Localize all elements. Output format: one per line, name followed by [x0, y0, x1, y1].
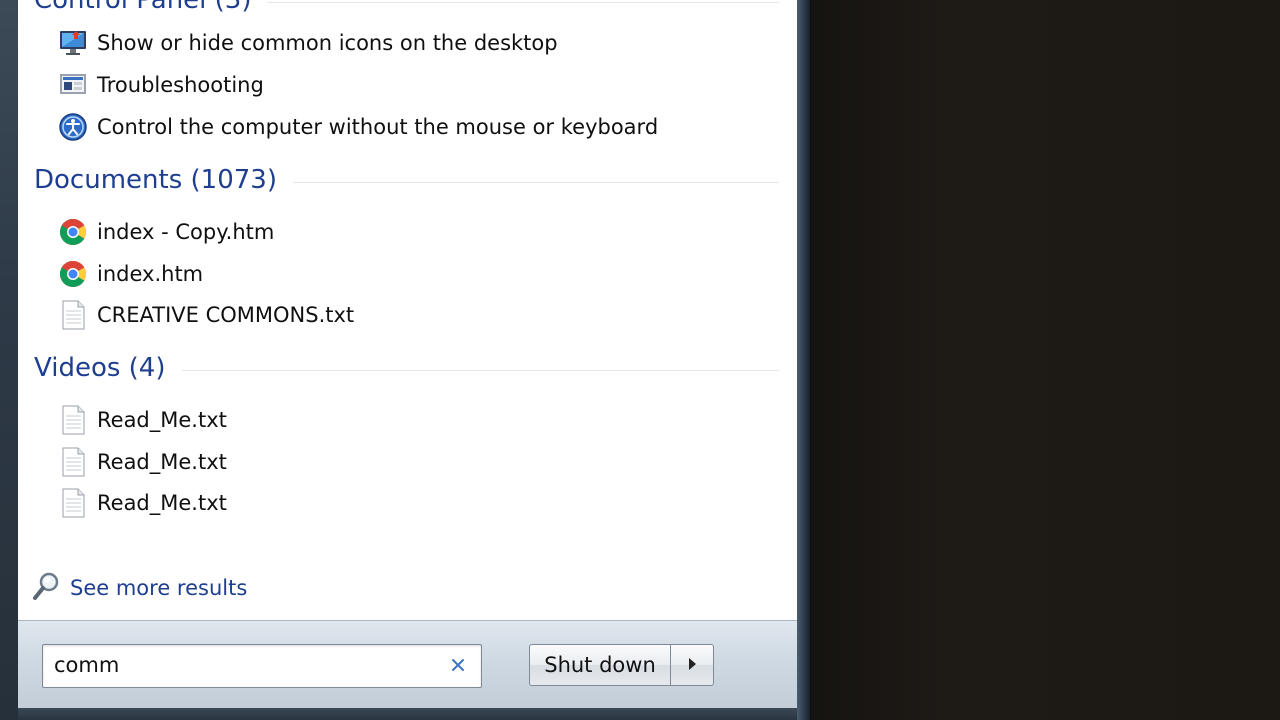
text-file-icon: [58, 447, 88, 477]
see-more-results-link[interactable]: See more results: [32, 570, 247, 606]
result-control-without-mouse[interactable]: Control the computer without the mouse o…: [58, 110, 658, 144]
see-more-results-label: See more results: [70, 576, 248, 600]
text-file-icon: [58, 488, 88, 518]
result-troubleshooting[interactable]: Troubleshooting: [58, 68, 264, 102]
divider: [181, 369, 779, 371]
group-title: Videos (4): [34, 353, 166, 383]
shutdown-group: Shut down: [529, 644, 714, 686]
result-label: Read_Me.txt: [97, 491, 227, 515]
search-results-panel: Control Panel (3) Show or hide common ic…: [18, 0, 797, 620]
result-label: Control the computer without the mouse o…: [97, 115, 659, 139]
group-header-control-panel[interactable]: Control Panel (3): [34, 0, 779, 17]
text-file-icon: [58, 405, 88, 435]
result-label: Show or hide common icons on the desktop: [97, 31, 558, 55]
divider: [267, 1, 779, 3]
start-menu-frame-edge: [797, 0, 810, 720]
result-label: index.htm: [97, 262, 204, 286]
result-label: index - Copy.htm: [97, 220, 275, 244]
shutdown-button-label: Shut down: [544, 653, 656, 677]
divider: [292, 181, 779, 183]
start-menu-bottom-edge: [18, 708, 797, 720]
chrome-icon: [58, 259, 88, 289]
result-read-me-txt[interactable]: Read_Me.txt: [58, 445, 227, 479]
chrome-icon: [58, 217, 88, 247]
magnifier-icon: [32, 570, 62, 606]
result-label: Read_Me.txt: [97, 450, 227, 474]
group-header-documents[interactable]: Documents (1073): [34, 163, 779, 197]
result-label: CREATIVE COMMONS.txt: [97, 303, 355, 327]
shutdown-options-button[interactable]: [671, 644, 714, 686]
result-read-me-txt[interactable]: Read_Me.txt: [58, 486, 227, 520]
clear-x-icon[interactable]: [447, 653, 469, 677]
group-header-videos[interactable]: Videos (4): [34, 351, 779, 385]
search-input-value: comm: [54, 653, 120, 677]
result-label: Read_Me.txt: [97, 408, 227, 432]
result-label: Troubleshooting: [97, 73, 264, 97]
result-index-htm[interactable]: index.htm: [58, 257, 203, 291]
desktop-monitor-icon: [58, 28, 88, 58]
ease-of-access-icon: [58, 112, 88, 142]
desktop-background: [800, 0, 1280, 720]
text-file-icon: [58, 300, 88, 330]
result-index-copy-htm[interactable]: index - Copy.htm: [58, 215, 274, 249]
group-title: Documents (1073): [34, 165, 277, 195]
result-read-me-txt[interactable]: Read_Me.txt: [58, 403, 227, 437]
troubleshooting-icon: [58, 70, 88, 100]
result-creative-commons-txt[interactable]: CREATIVE COMMONS.txt: [58, 298, 354, 332]
arrow-right-icon: [687, 656, 697, 675]
result-show-hide-desktop-icons[interactable]: Show or hide common icons on the desktop: [58, 26, 558, 60]
shutdown-button[interactable]: Shut down: [529, 644, 671, 686]
group-title: Control Panel (3): [34, 0, 252, 15]
start-menu-bottom-bar: comm Shut down: [18, 620, 797, 709]
start-menu: Control Panel (3) Show or hide common ic…: [0, 0, 811, 720]
search-input[interactable]: comm: [42, 644, 482, 688]
